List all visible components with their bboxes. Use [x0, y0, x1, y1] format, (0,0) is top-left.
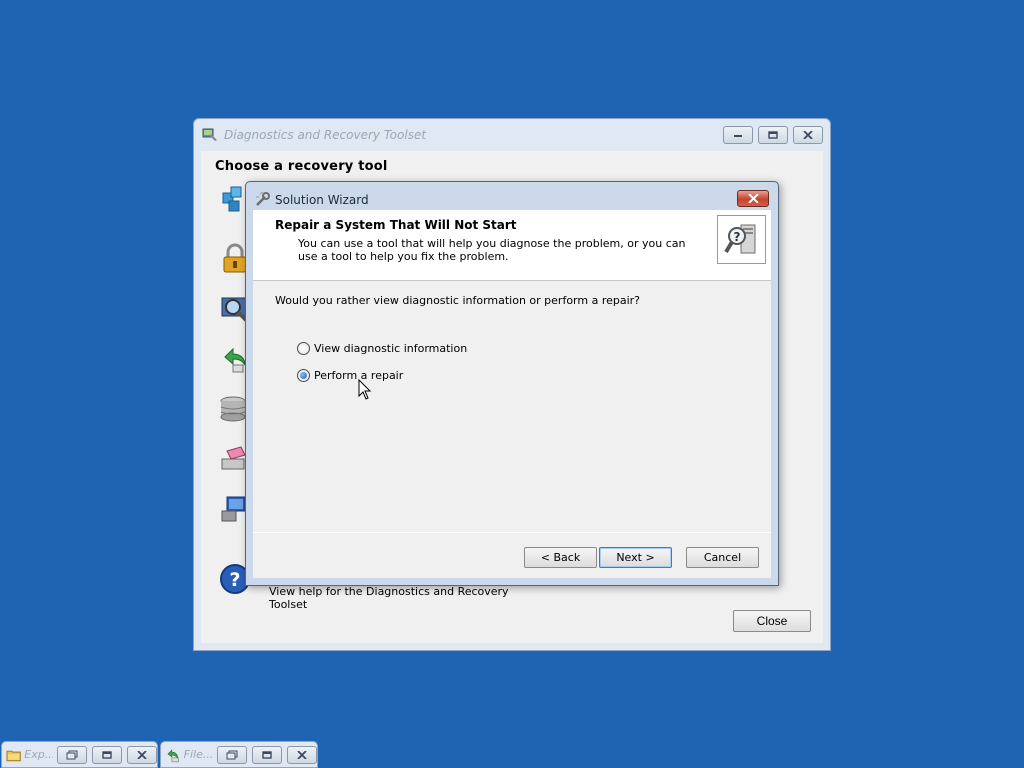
close-icon [297, 750, 307, 759]
computer-diagnose-icon: ? [717, 215, 766, 264]
wizard-titlebar[interactable]: Solution Wizard [246, 182, 778, 210]
wizard-body: Repair a System That Will Not Start You … [253, 210, 771, 578]
wizard-title: Solution Wizard [275, 193, 369, 207]
minimized-window-file-restore[interactable]: File... [160, 741, 318, 768]
close-icon [803, 131, 813, 139]
maximize-button[interactable] [92, 745, 122, 764]
minimized-window-explorer[interactable]: Exp... [1, 741, 158, 768]
minimize-button[interactable] [723, 126, 753, 144]
maximize-button[interactable] [252, 745, 282, 764]
wizard-header-description: You can use a tool that will help you di… [298, 237, 686, 263]
dart-titlebar[interactable]: Diagnostics and Recovery Toolset [194, 119, 830, 151]
svg-text:?: ? [733, 230, 740, 244]
wizard-close-button[interactable] [737, 190, 769, 207]
close-icon [137, 750, 147, 759]
restore-icon [66, 750, 78, 759]
maximize-icon [262, 750, 272, 759]
close-icon [747, 194, 759, 203]
wizard-header-title: Repair a System That Will Not Start [275, 218, 517, 232]
option-view-diagnostic[interactable]: View diagnostic information [297, 342, 467, 355]
help-link-text[interactable]: View help for the Diagnostics and Recove… [269, 585, 509, 611]
page-title: Choose a recovery tool [215, 159, 388, 174]
restore-button[interactable] [758, 126, 788, 144]
radio-view-diagnostic[interactable] [297, 342, 310, 355]
restore-button[interactable] [217, 745, 247, 764]
wizard-icon [256, 191, 270, 206]
option-perform-repair[interactable]: Perform a repair [297, 369, 403, 382]
wizard-header: Repair a System That Will Not Start You … [253, 210, 771, 281]
option-label[interactable]: View diagnostic information [314, 342, 467, 355]
minimized-window-title: Exp... [24, 748, 53, 761]
folder-icon [6, 750, 21, 761]
svg-text:?: ? [229, 569, 240, 591]
restore-icon [768, 131, 778, 139]
close-window-button[interactable] [793, 126, 823, 144]
radio-perform-repair[interactable] [297, 369, 310, 382]
restore-button[interactable] [57, 745, 87, 764]
dart-window-title: Diagnostics and Recovery Toolset [224, 128, 427, 142]
back-button[interactable]: < Back [524, 547, 597, 568]
minimized-window-title: File... [183, 748, 213, 761]
wizard-question: Would you rather view diagnostic informa… [275, 294, 641, 307]
mouse-cursor-icon [358, 379, 372, 400]
minimize-icon [734, 135, 742, 137]
solution-wizard-dialog: Solution Wizard Repair a System That Wil… [245, 181, 779, 586]
next-button[interactable]: Next > [599, 547, 672, 568]
close-window-button[interactable] [287, 745, 317, 764]
file-restore-icon [167, 748, 179, 762]
restore-icon [226, 750, 238, 759]
close-button[interactable]: Close [733, 610, 811, 632]
divider [253, 532, 771, 533]
cancel-button[interactable]: Cancel [686, 547, 759, 568]
maximize-icon [102, 750, 112, 759]
close-window-button[interactable] [127, 745, 157, 764]
dart-app-icon [202, 127, 218, 143]
